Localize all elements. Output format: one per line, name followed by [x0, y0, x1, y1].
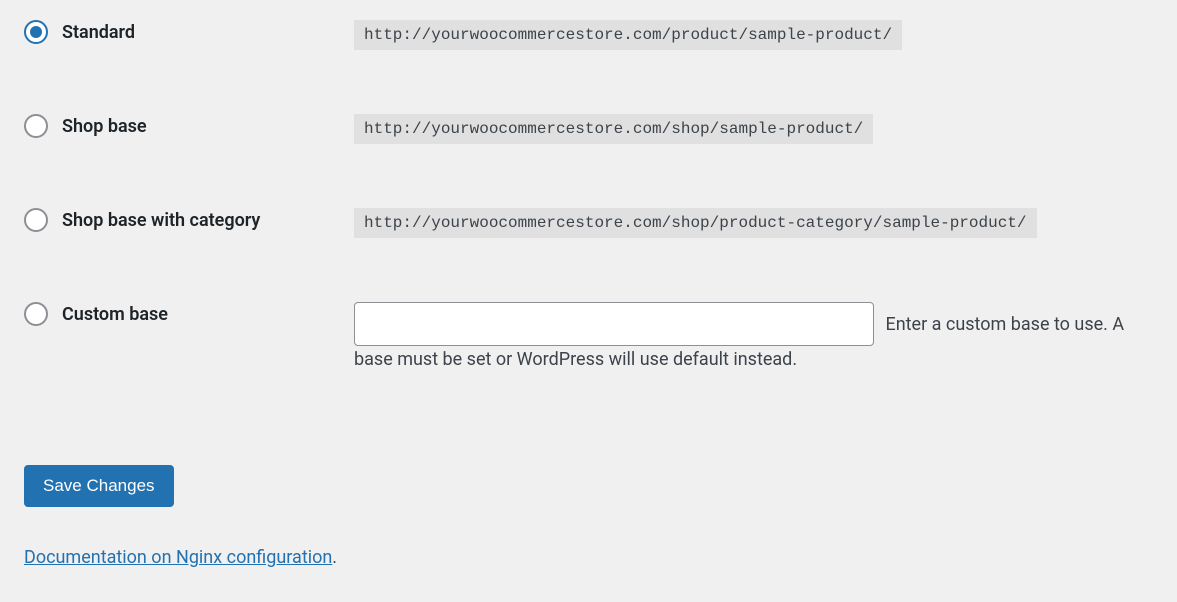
label-standard: Standard — [62, 22, 135, 43]
option-row-shop-base-category: Shop base with category http://yourwooco… — [0, 196, 1177, 250]
save-changes-button[interactable]: Save Changes — [24, 465, 174, 507]
option-row-custom-base: Custom base Enter a custom base to use. … — [0, 290, 1177, 385]
radio-label-standard[interactable]: Standard — [24, 20, 354, 44]
option-row-shop-base: Shop base http://yourwoocommercestore.co… — [0, 102, 1177, 156]
radio-custom-base[interactable] — [24, 302, 48, 326]
url-shop-base: http://yourwoocommercestore.com/shop/sam… — [354, 114, 873, 144]
url-wrap-standard: http://yourwoocommercestore.com/product/… — [354, 20, 902, 50]
custom-base-right: Enter a custom base to use. A base must … — [354, 302, 1154, 373]
nginx-doc-link[interactable]: Documentation on Nginx configuration — [24, 547, 332, 568]
label-custom-base: Custom base — [62, 304, 168, 325]
radio-standard[interactable] — [24, 20, 48, 44]
url-wrap-shop-base-category: http://yourwoocommercestore.com/shop/pro… — [354, 208, 1037, 238]
url-standard: http://yourwoocommercestore.com/product/… — [354, 20, 902, 50]
radio-label-shop-base-category[interactable]: Shop base with category — [24, 208, 354, 232]
radio-label-custom-base[interactable]: Custom base — [24, 302, 354, 326]
label-shop-base-category: Shop base with category — [62, 210, 260, 231]
label-shop-base: Shop base — [62, 116, 147, 137]
option-row-standard: Standard http://yourwoocommercestore.com… — [0, 8, 1177, 62]
radio-shop-base[interactable] — [24, 114, 48, 138]
period: . — [332, 547, 337, 568]
url-shop-base-category: http://yourwoocommercestore.com/shop/pro… — [354, 208, 1037, 238]
radio-shop-base-category[interactable] — [24, 208, 48, 232]
nginx-doc-wrap: Documentation on Nginx configuration. — [24, 547, 1177, 568]
url-wrap-shop-base: http://yourwoocommercestore.com/shop/sam… — [354, 114, 873, 144]
radio-label-shop-base[interactable]: Shop base — [24, 114, 354, 138]
custom-base-input[interactable] — [354, 302, 874, 346]
